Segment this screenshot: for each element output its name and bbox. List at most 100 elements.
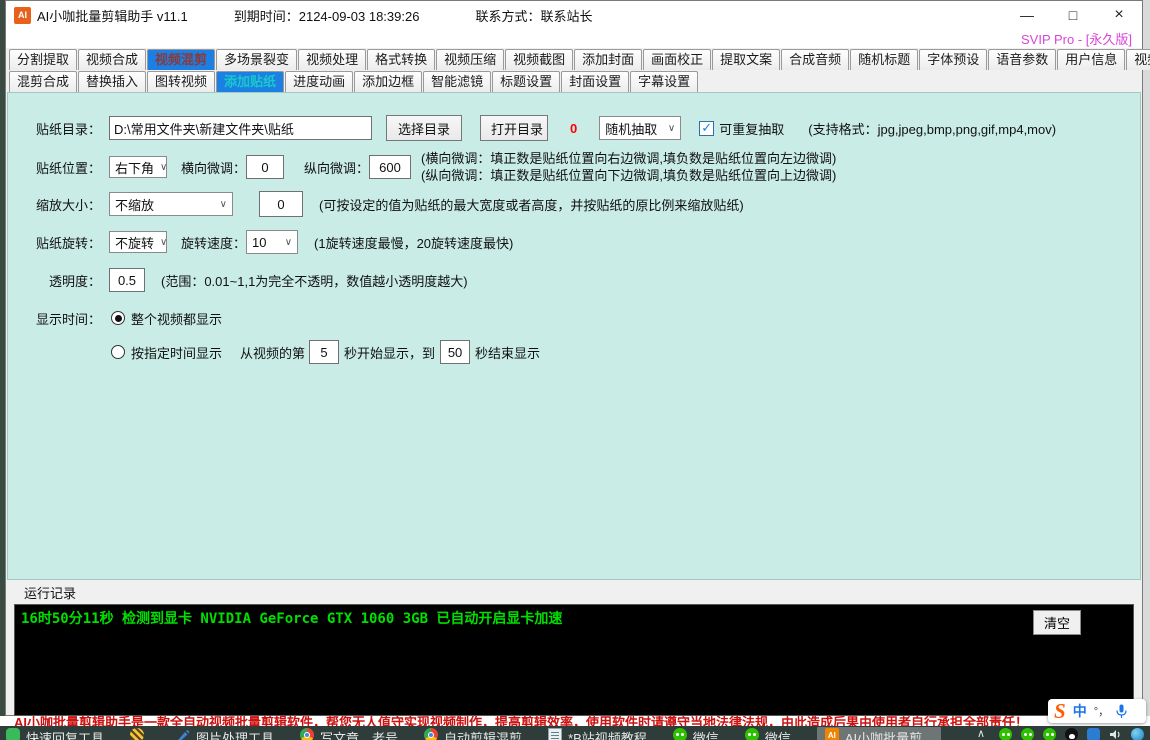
opacity-input[interactable] (109, 268, 145, 292)
rotate-value: 不旋转 (115, 233, 154, 252)
taskbar-item-label: 写文章，老号 (320, 728, 398, 740)
tab-font-preset[interactable]: 字体预设 (919, 49, 987, 70)
tab-multi-scene[interactable]: 多场景裂变 (216, 49, 297, 70)
v-offset-label: 纵向微调： (304, 158, 369, 177)
taskbar-item-label: 图片处理工具 (196, 728, 274, 740)
sticker-dir-input[interactable] (109, 116, 372, 140)
taskbar-item-ai-editor[interactable]: AI AI小咖批量剪... (817, 727, 941, 740)
wechat-tray-icon[interactable] (1021, 728, 1034, 740)
maximize-button[interactable]: □ (1050, 1, 1096, 29)
subtab-subtitle-settings[interactable]: 字幕设置 (630, 71, 698, 92)
sub-tabs: 混剪合成 替换插入 图转视频 添加贴纸 进度动画 添加边框 智能滤镜 标题设置 … (6, 70, 1142, 92)
tab-video-screenshot[interactable]: 视频截图 (505, 49, 573, 70)
end-second-input[interactable] (440, 340, 470, 364)
h-offset-label: 横向微调： (181, 158, 246, 177)
main-tabs: 分割提取 视频合成 视频混剪 多场景裂变 视频处理 格式转换 视频压缩 视频截图… (6, 48, 1142, 70)
rotate-select[interactable]: 不旋转 ∨ (109, 231, 167, 253)
open-dir-button[interactable]: 打开目录 (480, 115, 548, 141)
sticker-settings-panel: 贴纸目录： 选择目录 打开目录 0 随机抽取 ∨ ✓ 可重复抽取 (支持格式：j… (7, 92, 1141, 580)
desktop-edge (1143, 0, 1150, 716)
mic-icon[interactable] (1116, 704, 1127, 719)
sogou-logo-icon[interactable]: S (1054, 701, 1066, 721)
chevron-down-icon: ∨ (668, 123, 675, 134)
taskbar-item-wechat-2[interactable]: 微信 (745, 728, 791, 740)
tab-format-convert[interactable]: 格式转换 (367, 49, 435, 70)
qq-icon[interactable] (1065, 728, 1078, 740)
close-button[interactable]: × (1096, 1, 1142, 29)
speaker-icon[interactable] (1109, 728, 1122, 740)
radio-show-whole[interactable] (111, 311, 125, 325)
browser-icon[interactable] (1131, 728, 1144, 740)
tab-frame-correct[interactable]: 画面校正 (643, 49, 711, 70)
radio-show-whole-label: 整个视频都显示 (131, 309, 222, 328)
subtab-smart-filter[interactable]: 智能滤镜 (423, 71, 491, 92)
sogou-input-bar: S 中 °， (1048, 699, 1146, 723)
taskbar: 快速回复工具 图片处理工具 写文章，老号 自动剪辑混剪 *B站视频教程 微信 微… (0, 726, 1150, 740)
tab-voice-params[interactable]: 语音参数 (988, 49, 1056, 70)
opacity-label: 透明度： (8, 271, 101, 290)
marquee-text: AI小咖批量剪辑助手是一款全自动视频批量剪辑软件，帮您无人值守实现视频制作，提高… (0, 716, 1150, 726)
tab-user-info[interactable]: 用户信息 (1057, 49, 1125, 70)
tab-merge-audio[interactable]: 合成音频 (781, 49, 849, 70)
start-second-input[interactable] (309, 340, 339, 364)
tab-video-tutorial[interactable]: 视频教程 (1126, 49, 1150, 70)
subtab-replace-insert[interactable]: 替换插入 (78, 71, 146, 92)
blue-app-icon[interactable] (1087, 728, 1100, 740)
wechat-tray-icon[interactable] (1043, 728, 1056, 740)
scale-size-input[interactable] (259, 191, 303, 217)
subtab-mix-merge[interactable]: 混剪合成 (9, 71, 77, 92)
marquee-strip: AI小咖批量剪辑助手是一款全自动视频批量剪辑软件，帮您无人值守实现视频制作，提高… (0, 716, 1150, 726)
tab-add-cover[interactable]: 添加封面 (574, 49, 642, 70)
tab-split-extract[interactable]: 分割提取 (9, 49, 77, 70)
rotate-speed-select[interactable]: 10 ∨ (246, 230, 298, 254)
subtab-img-to-video[interactable]: 图转视频 (147, 71, 215, 92)
select-dir-button[interactable]: 选择目录 (386, 115, 462, 141)
tab-video-mix[interactable]: 视频混剪 (147, 49, 215, 70)
position-label: 贴纸位置： (8, 158, 101, 177)
clear-log-button[interactable]: 清空 (1033, 610, 1081, 635)
subtab-cover-settings[interactable]: 封面设置 (561, 71, 629, 92)
system-tray: ∧ (977, 728, 1146, 740)
v-offset-input[interactable] (369, 155, 411, 179)
taskbar-item-label: 快速回复工具 (26, 728, 104, 740)
taskbar-item-label: 自动剪辑混剪 (444, 728, 522, 740)
taskbar-item-write-article[interactable]: 写文章，老号 (300, 728, 398, 740)
v-offset-hint: (纵向微调：填正数是贴纸位置向下边微调,填负数是贴纸位置向上边微调) (421, 167, 836, 184)
tab-extract-text[interactable]: 提取文案 (712, 49, 780, 70)
scale-select[interactable]: 不缩放 ∨ (109, 192, 233, 216)
subtab-progress-anim[interactable]: 进度动画 (285, 71, 353, 92)
repeat-checkbox[interactable]: ✓ (699, 121, 714, 136)
formats-hint: (支持格式：jpg,jpeg,bmp,png,gif,mp4,mov) (808, 119, 1056, 138)
taskbar-item-bee-app[interactable] (130, 728, 150, 740)
minimize-button[interactable]: — (1004, 1, 1050, 29)
svip-badge: SVIP Pro - [永久版] (1021, 29, 1132, 48)
taskbar-item-wechat-1[interactable]: 微信 (673, 728, 719, 740)
taskbar-item-image-tool[interactable]: 图片处理工具 (176, 728, 274, 740)
contact-label: 联系方式：联系站长 (475, 6, 592, 25)
tab-random-title[interactable]: 随机标题 (850, 49, 918, 70)
pen-icon (176, 728, 190, 740)
chevron-up-icon[interactable]: ∧ (977, 728, 990, 740)
display-time-label: 显示时间： (8, 309, 101, 328)
subtab-title-settings[interactable]: 标题设置 (492, 71, 560, 92)
app-window: AI AI小咖批量剪辑助手 v11.1 到期时间：2124-09-03 18:3… (5, 0, 1143, 716)
subtab-add-border[interactable]: 添加边框 (354, 71, 422, 92)
log-console: 16时50分11秒 检测到显卡 NVIDIA GeForce GTX 1060 … (14, 604, 1134, 716)
draw-mode-select[interactable]: 随机抽取 ∨ (599, 116, 681, 140)
radio-show-timed[interactable] (111, 345, 125, 359)
chrome-icon (424, 728, 438, 740)
punctuation-toggle[interactable]: °， (1094, 703, 1109, 719)
tab-video-process[interactable]: 视频处理 (298, 49, 366, 70)
taskbar-item-auto-edit[interactable]: 自动剪辑混剪 (424, 728, 522, 740)
wechat-tray-icon[interactable] (999, 728, 1012, 740)
tab-video-merge[interactable]: 视频合成 (78, 49, 146, 70)
subtab-add-sticker[interactable]: 添加贴纸 (216, 71, 284, 92)
taskbar-item-reply-tool[interactable]: 快速回复工具 (6, 728, 104, 740)
tab-video-compress[interactable]: 视频压缩 (436, 49, 504, 70)
scale-label: 缩放大小： (8, 195, 101, 214)
position-select[interactable]: 右下角 ∨ (109, 156, 167, 178)
input-lang-toggle[interactable]: 中 (1073, 701, 1087, 721)
h-offset-input[interactable] (246, 155, 284, 179)
taskbar-item-bilibili-tutorial[interactable]: *B站视频教程 (548, 728, 647, 740)
expire-time-label: 到期时间：2124-09-03 18:39:26 (234, 6, 420, 25)
